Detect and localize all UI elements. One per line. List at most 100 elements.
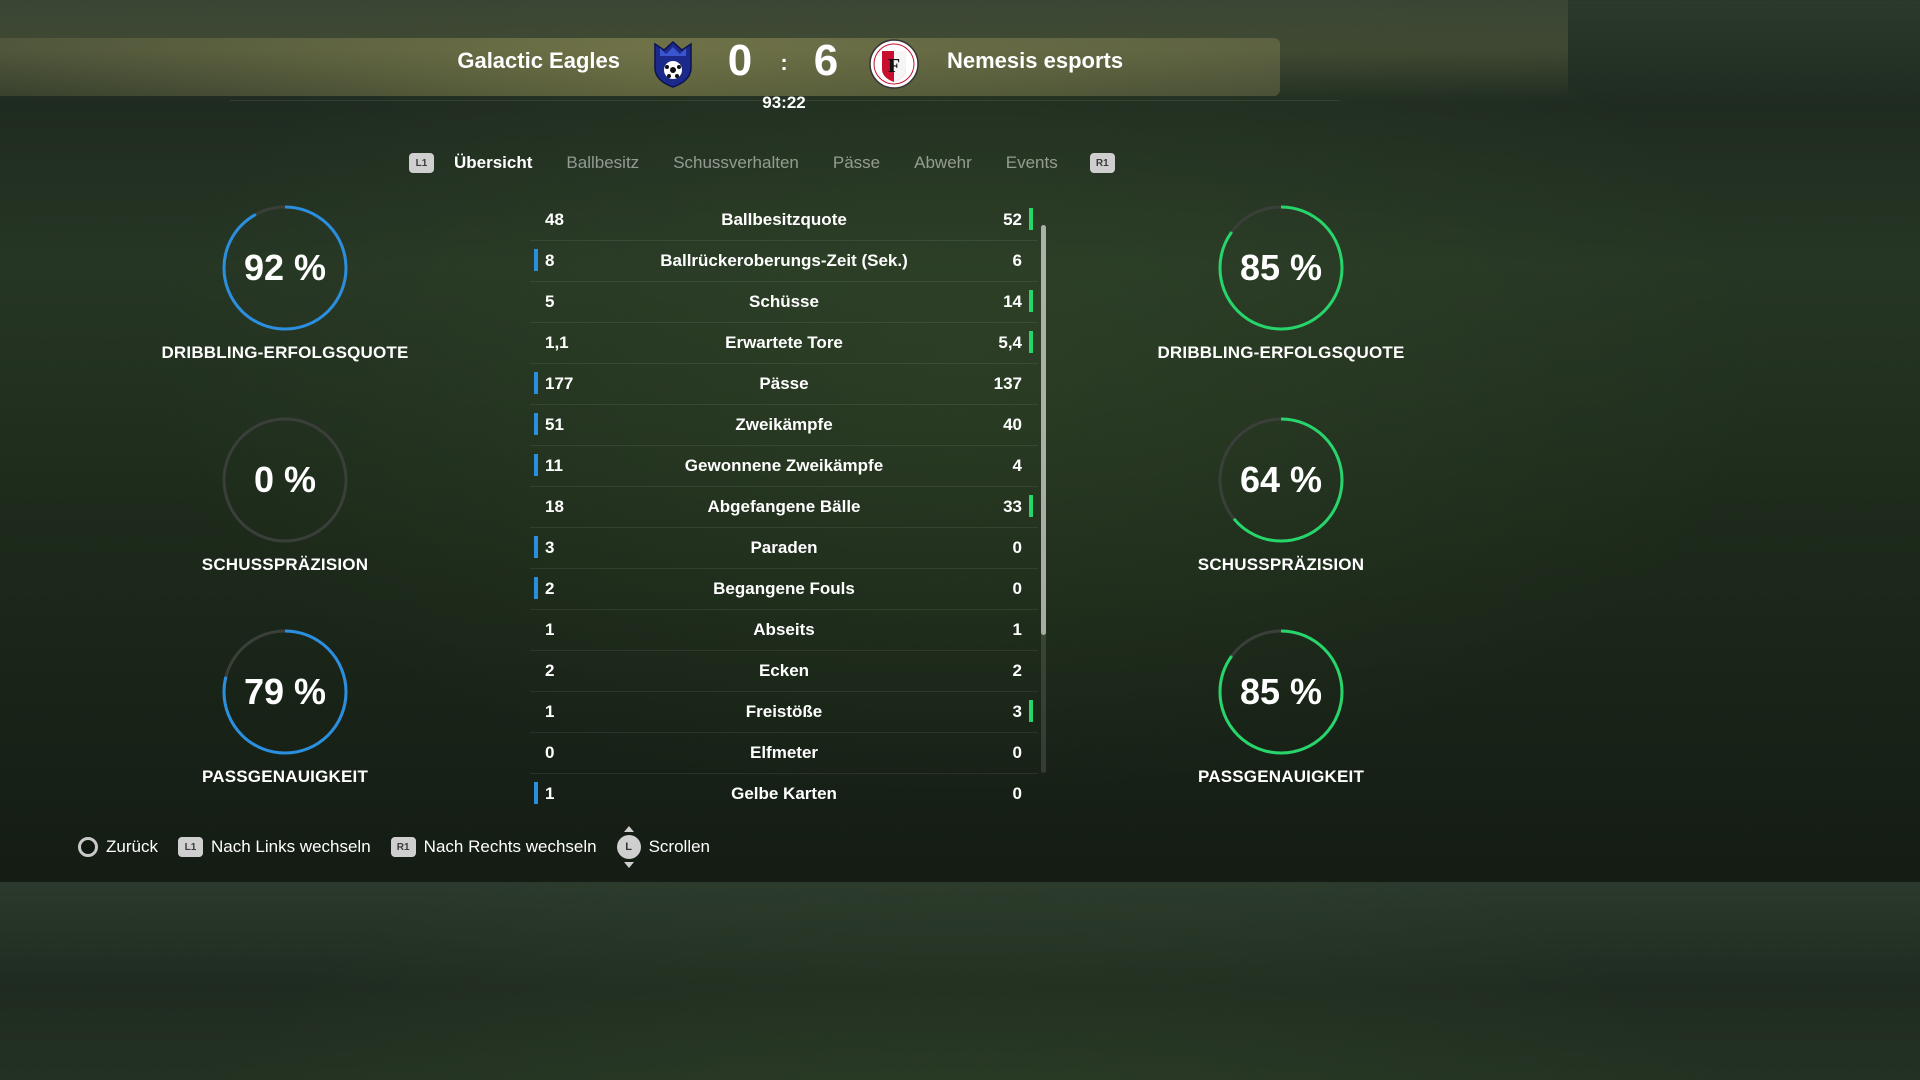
ring-label: PASSGENAUIGKEIT <box>1197 767 1365 786</box>
away-leader-bar <box>1029 208 1033 230</box>
away-leader-bar <box>1029 290 1033 312</box>
r1-button-badge[interactable]: R1 <box>1089 153 1115 173</box>
stat-name: Zweikämpfe <box>735 415 833 434</box>
away-dribbling-stat: 85 % DRIBBLING-ERFOLGSQUOTE <box>1131 203 1431 363</box>
stat-name: Elfmeter <box>749 743 819 762</box>
stat-row-free-kicks: 1 Freistöße 3 <box>530 692 1038 733</box>
tab-events[interactable]: Events <box>1006 153 1058 173</box>
tab-possession[interactable]: Ballbesitz <box>566 153 639 173</box>
tab-overview[interactable]: Übersicht <box>454 153 532 173</box>
away-value: 3 <box>1012 702 1022 721</box>
r1-button-badge: R1 <box>390 837 416 857</box>
away-value: 0 <box>1012 784 1022 803</box>
stat-name: Begangene Fouls <box>713 579 855 598</box>
ring-label: PASSGENAUIGKEIT <box>201 767 369 786</box>
stat-row-corners: 2 Ecken 2 <box>530 651 1038 692</box>
away-score: 6 <box>813 36 839 85</box>
feyenoord-crest-icon: F <box>869 39 919 89</box>
away-value: 0 <box>1012 538 1022 557</box>
match-clock: 93:22 <box>762 93 806 112</box>
scroll-label: Scrollen <box>648 837 711 856</box>
home-value: 2 <box>545 661 555 680</box>
home-value: 11 <box>545 456 563 475</box>
home-leader-bar <box>534 782 538 804</box>
score-separator: : <box>780 50 788 75</box>
ring-label: SCHUSSPRÄZISION <box>1197 555 1365 574</box>
home-value: 2 <box>545 579 555 598</box>
home-value: 1,1 <box>545 333 569 352</box>
away-value: 40 <box>1003 415 1022 434</box>
tab-defending[interactable]: Abwehr <box>914 153 972 173</box>
stat-row-saves: 3 Paraden 0 <box>530 528 1038 569</box>
stats-tabs: L1 Übersicht Ballbesitz Schussverhalten … <box>409 150 1115 176</box>
stat-name: Pässe <box>759 374 809 393</box>
progress-ring: 85 % <box>1216 203 1346 333</box>
progress-ring: 85 % <box>1216 627 1346 757</box>
tab-passing[interactable]: Pässe <box>833 153 880 173</box>
stat-row-offsides: 1 Abseits 1 <box>530 610 1038 651</box>
tab-shooting[interactable]: Schussverhalten <box>673 153 799 173</box>
circle-button-icon <box>78 837 98 857</box>
progress-ring: 79 % <box>220 627 350 757</box>
home-value: 1 <box>545 620 555 639</box>
stat-name: Ballrückeroberungs-Zeit (Sek.) <box>660 251 908 270</box>
switch-left-label: Nach Links wechseln <box>210 837 371 856</box>
l1-button-badge[interactable]: L1 <box>409 153 434 173</box>
ring-label: DRIBBLING-ERFOLGSQUOTE <box>1157 343 1405 362</box>
switch-right-label: Nach Rechts wechseln <box>423 837 597 856</box>
scrollbar-thumb[interactable] <box>1041 225 1046 635</box>
home-pass-accuracy-stat: 79 % PASSGENAUIGKEIT <box>135 627 435 787</box>
progress-ring: 64 % <box>1216 415 1346 545</box>
away-value: 14 <box>1003 292 1022 311</box>
stat-row-passes: 177 Pässe 137 <box>530 364 1038 405</box>
away-value: 137 <box>993 374 1022 393</box>
back-hint[interactable]: Zurück <box>78 837 158 857</box>
away-pass-accuracy-stat: 85 % PASSGENAUIGKEIT <box>1131 627 1431 787</box>
svg-text:F: F <box>888 55 900 77</box>
home-score: 0 <box>727 36 753 85</box>
stats-table[interactable]: 48 Ballbesitzquote 52 8 Ballrückeroberungs-… <box>530 200 1038 814</box>
ring-value: 85 % <box>1239 247 1323 288</box>
away-value: 0 <box>1012 743 1022 762</box>
ring-value: 0 % <box>253 459 317 500</box>
home-value: 0 <box>545 743 555 762</box>
away-leader-bar <box>1029 700 1033 722</box>
stat-name: Gewonnene Zweikämpfe <box>684 456 884 475</box>
stat-row-interceptions: 18 Abgefangene Bälle 33 <box>530 487 1038 528</box>
home-value: 177 <box>545 374 574 393</box>
stat-name: Ecken <box>758 661 810 680</box>
away-value: 4 <box>1012 456 1022 475</box>
home-value: 1 <box>545 702 555 721</box>
stat-row-duels-won: 11 Gewonnene Zweikämpfe 4 <box>530 446 1038 487</box>
away-value: 0 <box>1012 579 1022 598</box>
stats-scrollbar[interactable] <box>1041 225 1046 773</box>
home-value: 18 <box>545 497 564 516</box>
home-value: 5 <box>545 292 555 311</box>
away-value: 5,4 <box>998 333 1022 352</box>
away-value: 6 <box>1012 251 1022 270</box>
home-value: 51 <box>545 415 564 434</box>
stat-row-expected-goals: 1,1 Erwartete Tore 5,4 <box>530 323 1038 364</box>
progress-ring: 0 % <box>220 415 350 545</box>
ring-value: 79 % <box>243 671 327 712</box>
stat-row-penalties: 0 Elfmeter 0 <box>530 733 1038 774</box>
stat-row-yellow-cards: 1 Gelbe Karten 0 <box>530 774 1038 814</box>
away-leader-bar <box>1029 495 1033 517</box>
stat-name: Abgefangene Bälle <box>707 497 861 516</box>
ring-label: SCHUSSPRÄZISION <box>201 555 369 574</box>
l1-button-badge: L1 <box>177 837 203 857</box>
home-dribbling-stat: 92 % DRIBBLING-ERFOLGSQUOTE <box>135 203 435 363</box>
home-leader-bar <box>534 454 538 476</box>
away-value: 52 <box>1003 210 1022 229</box>
scroll-hint[interactable]: L Scrollen <box>616 826 711 868</box>
left-stick-icon: L <box>616 826 641 868</box>
home-value: 48 <box>545 210 564 229</box>
stat-name: Gelbe Karten <box>731 784 837 803</box>
away-team-name: Nemesis esports <box>947 48 1124 73</box>
stat-name: Paraden <box>750 538 818 557</box>
switch-left-hint[interactable]: L1 Nach Links wechseln <box>177 837 371 857</box>
eagle-crest-icon <box>654 40 692 88</box>
switch-right-hint[interactable]: R1 Nach Rechts wechseln <box>390 837 597 857</box>
home-leader-bar <box>534 413 538 435</box>
ring-label: DRIBBLING-ERFOLGSQUOTE <box>161 343 409 362</box>
